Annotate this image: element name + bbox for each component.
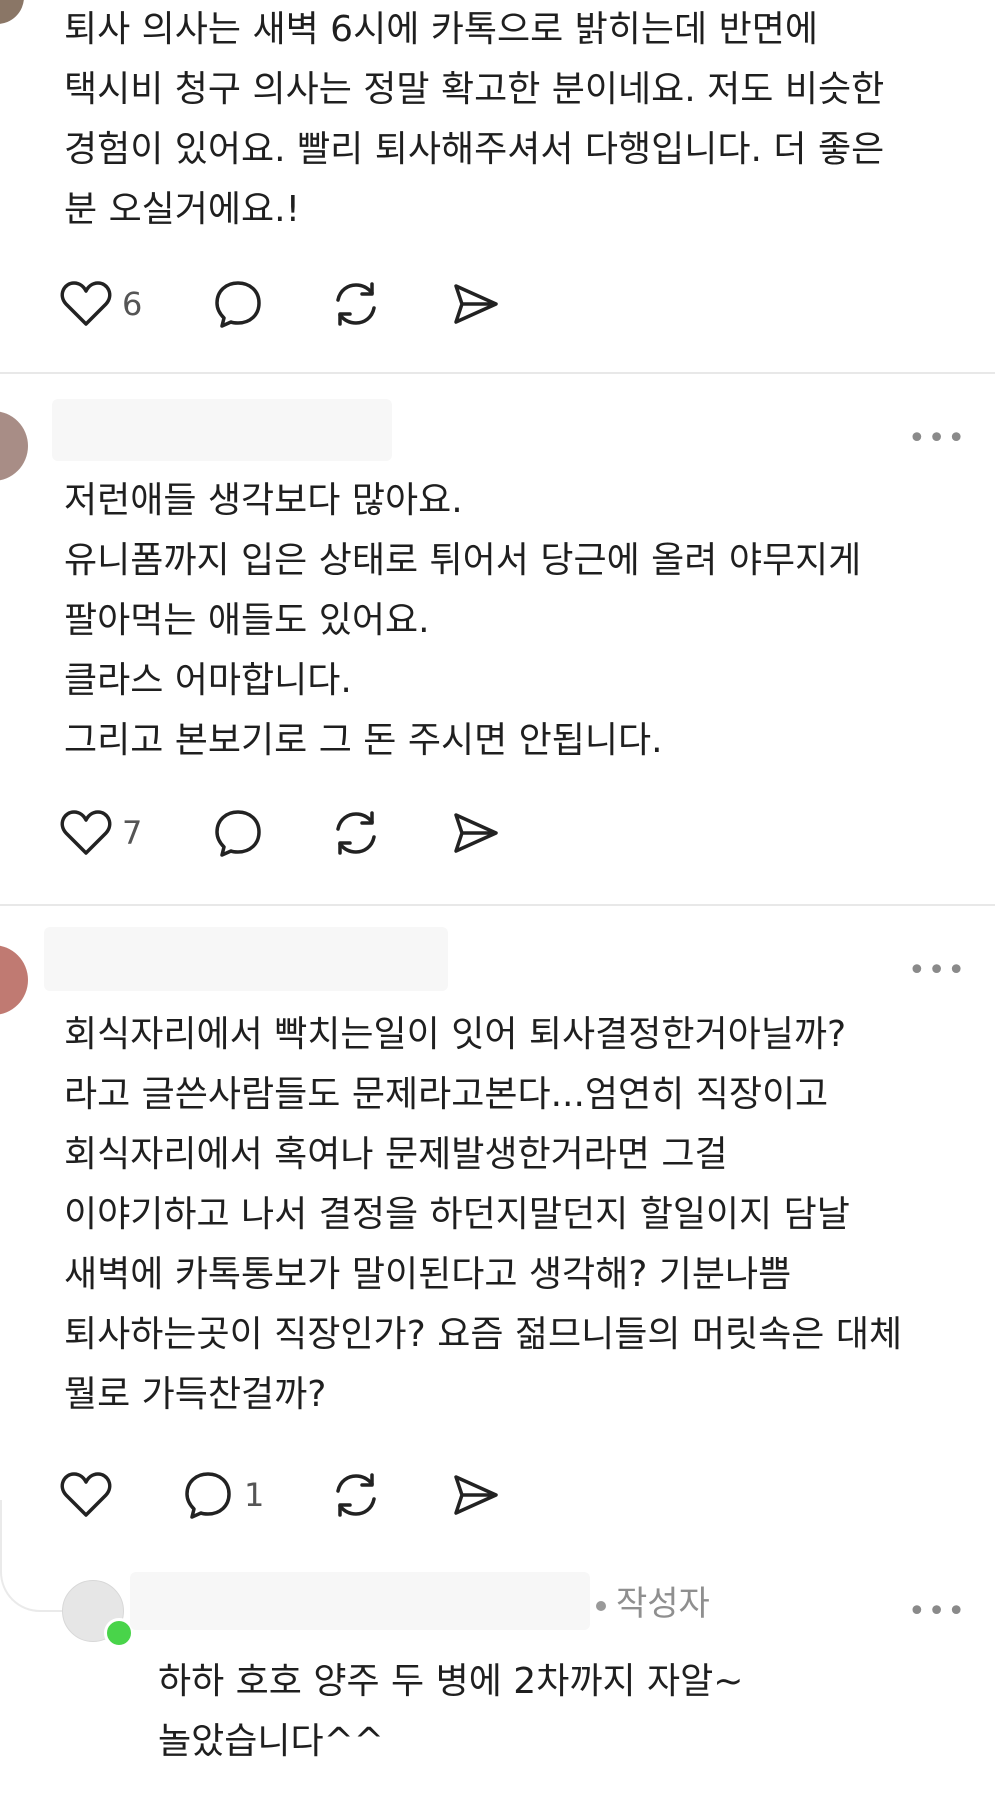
- like-button[interactable]: 6: [60, 276, 142, 332]
- like-button[interactable]: 7: [60, 805, 142, 861]
- comment-bubble-icon: [212, 278, 264, 330]
- post-divider: [0, 372, 995, 374]
- reply-text-line: 놀았습니다^^: [158, 1721, 384, 1762]
- post-text-line: 그리고 본보기로 그 돈 주시면 안됩니다.: [64, 720, 663, 761]
- send-icon: [450, 1469, 502, 1521]
- post-1: 퇴사 의사는 새벽 6시에 카톡으로 밝히는데 반면에 택시비 청구 의사는 정…: [0, 0, 995, 375]
- like-count: 7: [122, 814, 143, 852]
- author-badge: 작성자: [596, 1576, 710, 1625]
- comment-bubble-icon: [182, 1469, 234, 1521]
- post-text-line: 새벽에 카톡통보가 말이된다고 생각해? 기분나쁨: [64, 1254, 792, 1295]
- post-actions: 7: [60, 805, 560, 861]
- post-text-line: 회식자리에서 혹여나 문제발생한거라면 그걸: [64, 1134, 728, 1175]
- post-divider: [0, 904, 995, 906]
- more-options-button[interactable]: •••: [908, 1597, 967, 1627]
- repost-button[interactable]: [330, 805, 382, 861]
- like-count: 6: [122, 285, 143, 323]
- post-body: 퇴사 의사는 새벽 6시에 카톡으로 밝히는데 반면에 택시비 청구 의사는 정…: [64, 0, 964, 240]
- post-2: ••• 저런애들 생각보다 많아요. 유니폼까지 입은 상태로 튀어서 당근에 …: [0, 375, 995, 905]
- avatar[interactable]: [0, 411, 28, 481]
- send-icon: [450, 278, 502, 330]
- reply-count: 1: [244, 1476, 265, 1514]
- post-text-line: 경험이 있어요. 빨리 퇴사해주셔서 다행입니다. 더 좋은: [64, 129, 885, 170]
- author-reply: 작성자 ••• 하하 호호 양주 두 병에 2차까지 자알~ 놀았습니다^^: [0, 1560, 995, 1803]
- post-text-line: 회식자리에서 빡치는일이 잇어 퇴사결정한거아닐까?: [64, 1014, 847, 1055]
- repost-button[interactable]: [330, 276, 382, 332]
- author-badge-label: 작성자: [616, 1584, 710, 1624]
- post-text-line: 퇴사하는곳이 직장인가? 요즘 젊므니들의 머릿속은 대체: [64, 1314, 903, 1355]
- reply-text-line: 하하 호호 양주 두 병에 2차까지 자알~: [158, 1661, 744, 1702]
- heart-icon: [60, 1471, 112, 1519]
- comment-bubble-icon: [212, 807, 264, 859]
- post-text-line: 저런애들 생각보다 많아요.: [64, 480, 463, 521]
- avatar[interactable]: [0, 945, 28, 1015]
- repost-icon: [330, 1469, 382, 1521]
- author-name-redacted: [130, 1572, 590, 1630]
- share-button[interactable]: [450, 276, 502, 332]
- share-button[interactable]: [450, 1467, 502, 1523]
- post-actions: 1: [60, 1467, 560, 1523]
- separator-dot: [596, 1600, 606, 1611]
- post-text-line: 클라스 어마합니다.: [64, 660, 352, 701]
- post-body: 저런애들 생각보다 많아요. 유니폼까지 입은 상태로 튀어서 당근에 올려 야…: [64, 471, 964, 771]
- comment-button[interactable]: [212, 805, 264, 861]
- author-name-redacted: [44, 927, 448, 991]
- reply-body: 하하 호호 양주 두 병에 2차까지 자알~ 놀았습니다^^: [158, 1652, 958, 1772]
- post-text-line: 뭘로 가득찬걸까?: [64, 1374, 327, 1415]
- comment-button[interactable]: 1: [182, 1467, 264, 1523]
- post-3: ••• 회식자리에서 빡치는일이 잇어 퇴사결정한거아닐까? 라고 글쓴사람들도…: [0, 907, 995, 1519]
- heart-icon: [60, 280, 112, 328]
- avatar[interactable]: [0, 0, 24, 24]
- post-text-line: 택시비 청구 의사는 정말 확고한 분이네요. 저도 비슷한: [64, 69, 885, 110]
- post-text-line: 분 오실거에요.!: [64, 189, 301, 230]
- post-actions: 6: [60, 276, 560, 332]
- post-text-line: 라고 글쓴사람들도 문제라고본다...엄연히 직장이고: [64, 1074, 829, 1115]
- post-text-line: 팔아먹는 애들도 있어요.: [64, 600, 430, 641]
- author-name-redacted: [52, 399, 392, 461]
- like-button[interactable]: [60, 1467, 112, 1523]
- share-button[interactable]: [450, 805, 502, 861]
- post-text-line: 퇴사 의사는 새벽 6시에 카톡으로 밝히는데 반면에: [64, 9, 818, 50]
- repost-icon: [330, 807, 382, 859]
- more-options-button[interactable]: •••: [908, 424, 967, 454]
- post-text-line: 유니폼까지 입은 상태로 튀어서 당근에 올려 야무지게: [64, 540, 862, 581]
- heart-icon: [60, 809, 112, 857]
- more-options-button[interactable]: •••: [908, 956, 967, 986]
- post-text-line: 이야기하고 나서 결정을 하던지말던지 할일이지 담날: [64, 1194, 850, 1235]
- comment-button[interactable]: [212, 276, 264, 332]
- send-icon: [450, 807, 502, 859]
- post-body: 회식자리에서 빡치는일이 잇어 퇴사결정한거아닐까? 라고 글쓴사람들도 문제라…: [64, 1005, 964, 1425]
- repost-button[interactable]: [330, 1467, 382, 1523]
- repost-icon: [330, 278, 382, 330]
